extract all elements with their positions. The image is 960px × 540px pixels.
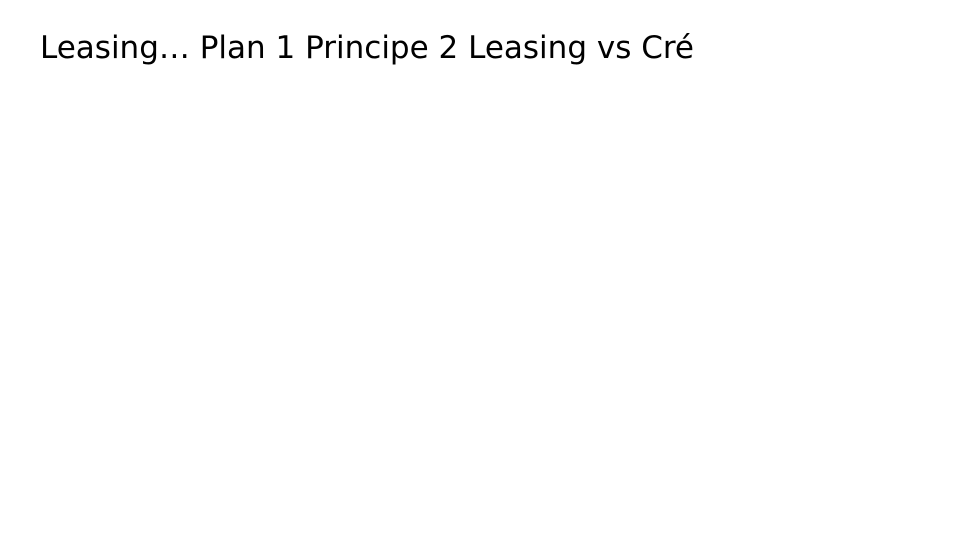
slide: Leasing… Plan 1 Principe 2 Leasing vs Cr… bbox=[0, 0, 960, 540]
slide-title: Leasing… Plan 1 Principe 2 Leasing vs Cr… bbox=[40, 30, 694, 66]
